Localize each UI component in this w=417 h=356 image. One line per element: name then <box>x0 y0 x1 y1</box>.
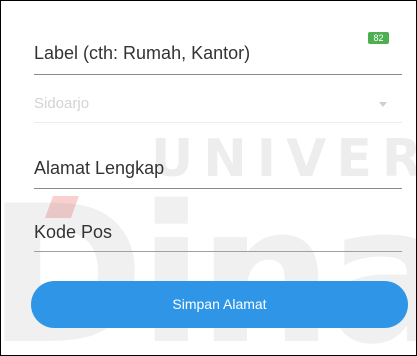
address-field-placeholder: Alamat Lengkap <box>34 158 165 178</box>
label-field[interactable]: Label (cth: Rumah, Kantor) <box>34 43 402 77</box>
chevron-down-icon <box>379 102 387 107</box>
city-dropdown-underline <box>34 122 402 123</box>
label-field-underline <box>34 74 402 75</box>
zip-code-field[interactable]: Kode Pos <box>34 222 402 256</box>
zip-code-field-underline <box>34 251 402 252</box>
address-form-screen: UNIVERS Dinan 82 Label (cth: Rumah, Kant… <box>0 0 417 356</box>
city-dropdown-value: Sidoarjo <box>34 95 90 112</box>
watermark-logo-text: Dinan <box>0 165 416 356</box>
notification-badge: 82 <box>368 32 389 44</box>
save-address-button[interactable]: Simpan Alamat <box>31 281 408 328</box>
address-field-underline <box>34 188 402 189</box>
label-field-placeholder: Label (cth: Rumah, Kantor) <box>34 43 251 63</box>
city-dropdown[interactable]: Sidoarjo <box>34 95 402 125</box>
zip-code-field-placeholder: Kode Pos <box>34 222 113 242</box>
address-field[interactable]: Alamat Lengkap <box>34 158 402 192</box>
